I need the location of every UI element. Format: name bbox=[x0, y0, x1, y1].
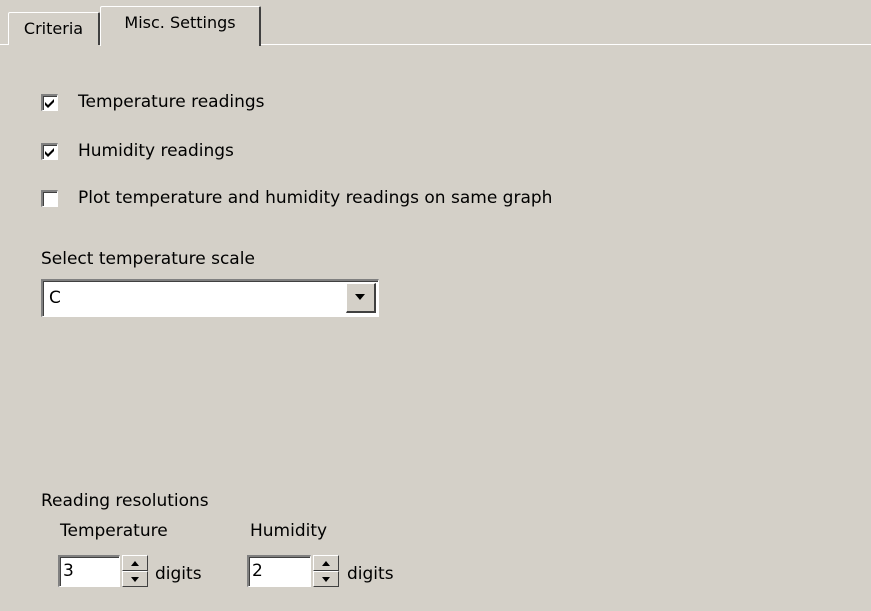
temperature-digits-unit: digits bbox=[155, 564, 202, 584]
tab-criteria-label: Criteria bbox=[23, 19, 84, 38]
humidity-digits-value: 2 bbox=[252, 561, 263, 581]
humidity-decrement-button[interactable] bbox=[313, 571, 339, 587]
humidity-readings-option[interactable]: Humidity readings bbox=[41, 140, 234, 162]
temperature-scale-value: C bbox=[49, 288, 61, 308]
humidity-readings-label: Humidity readings bbox=[78, 141, 234, 161]
humidity-readings-checkbox[interactable] bbox=[41, 142, 58, 160]
humidity-digits-unit: digits bbox=[347, 564, 394, 584]
arrow-down-icon bbox=[131, 577, 139, 582]
temperature-scale-select[interactable]: C bbox=[41, 279, 379, 317]
temperature-decrement-button[interactable] bbox=[122, 571, 148, 587]
temperature-digits-input[interactable]: 3 bbox=[58, 555, 120, 587]
temperature-digits-stepper[interactable] bbox=[122, 555, 148, 587]
arrow-down-icon bbox=[322, 577, 330, 582]
misc-settings-dialog: Criteria Misc. Settings Temperature read… bbox=[0, 0, 871, 611]
humidity-increment-button[interactable] bbox=[313, 555, 339, 571]
tab-strip: Criteria Misc. Settings bbox=[0, 0, 871, 46]
same-graph-option[interactable]: Plot temperature and humidity readings o… bbox=[41, 187, 552, 209]
temperature-readings-checkbox[interactable] bbox=[41, 93, 58, 111]
same-graph-checkbox[interactable] bbox=[41, 189, 58, 207]
tab-misc-settings[interactable]: Misc. Settings bbox=[100, 6, 261, 46]
dropdown-button[interactable] bbox=[346, 283, 376, 313]
humidity-resolution-label: Humidity bbox=[250, 521, 328, 541]
temperature-readings-option[interactable]: Temperature readings bbox=[41, 91, 265, 113]
arrow-up-icon bbox=[322, 561, 330, 566]
chevron-down-icon bbox=[355, 294, 365, 300]
same-graph-label: Plot temperature and humidity readings o… bbox=[78, 188, 553, 208]
tab-criteria[interactable]: Criteria bbox=[8, 12, 100, 45]
tab-misc-settings-label: Misc. Settings bbox=[124, 13, 236, 32]
temperature-scale-label: Select temperature scale bbox=[41, 249, 255, 269]
checkmark-icon bbox=[45, 147, 54, 157]
temperature-resolution-label: Temperature bbox=[60, 521, 168, 541]
arrow-up-icon bbox=[131, 561, 139, 566]
checkmark-icon bbox=[45, 98, 54, 108]
humidity-digits-input[interactable]: 2 bbox=[247, 555, 311, 587]
temperature-digits-value: 3 bbox=[63, 561, 74, 581]
humidity-digits-stepper[interactable] bbox=[313, 555, 339, 587]
reading-resolutions-label: Reading resolutions bbox=[41, 491, 209, 511]
temperature-readings-label: Temperature readings bbox=[78, 92, 265, 112]
temperature-increment-button[interactable] bbox=[122, 555, 148, 571]
